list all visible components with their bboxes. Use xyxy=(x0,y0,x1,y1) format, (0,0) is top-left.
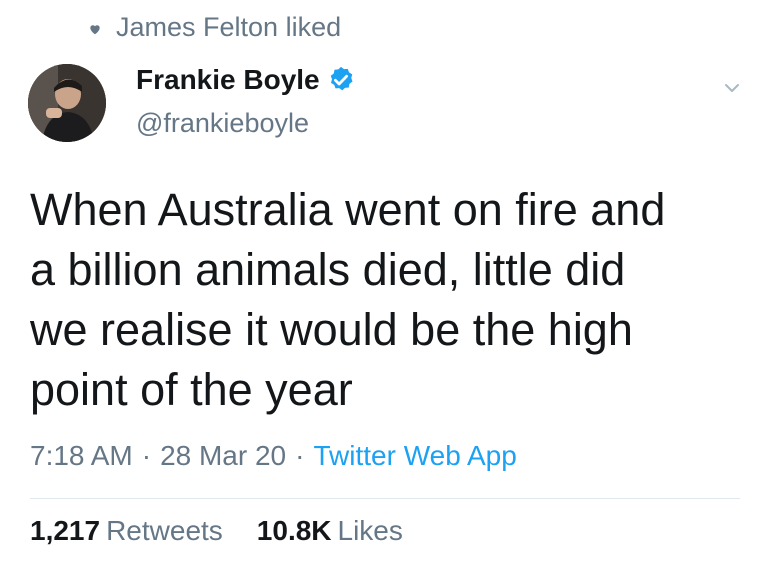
author-name[interactable]: Frankie Boyle xyxy=(136,64,356,96)
retweets-count: 1,217 xyxy=(30,515,101,546)
tweet-source-link[interactable]: Twitter Web App xyxy=(313,440,516,472)
divider xyxy=(30,498,740,499)
likes-label: Likes xyxy=(337,515,403,546)
tweet-stats: 1,217 Retweets 10.8K Likes xyxy=(30,515,437,547)
retweets-label: Retweets xyxy=(106,515,223,546)
meta-separator: · xyxy=(295,440,305,471)
heart-icon xyxy=(90,24,100,34)
social-context-text[interactable]: James Felton liked xyxy=(116,12,341,43)
likes-count: 10.8K xyxy=(256,515,332,546)
verified-badge-icon xyxy=(330,66,353,91)
tweet-time[interactable]: 7:18 AM xyxy=(30,440,133,472)
author-handle[interactable]: @frankieboyle xyxy=(136,108,309,139)
tweet-text: When Australia went on fire and a billio… xyxy=(30,184,666,415)
author-name-text[interactable]: Frankie Boyle xyxy=(136,64,320,96)
tweet-meta: 7:18 AM · 28 Mar 20 · Twitter Web App xyxy=(30,440,517,472)
likes-stat[interactable]: 10.8K Likes xyxy=(257,515,403,547)
chevron-down-icon[interactable] xyxy=(722,80,742,96)
meta-separator: · xyxy=(141,440,152,471)
avatar-image xyxy=(28,64,106,142)
avatar[interactable] xyxy=(28,64,106,142)
retweets-stat[interactable]: 1,217 Retweets xyxy=(30,515,223,547)
tweet-date[interactable]: 28 Mar 20 xyxy=(160,440,286,472)
social-context: James Felton liked xyxy=(88,12,341,43)
